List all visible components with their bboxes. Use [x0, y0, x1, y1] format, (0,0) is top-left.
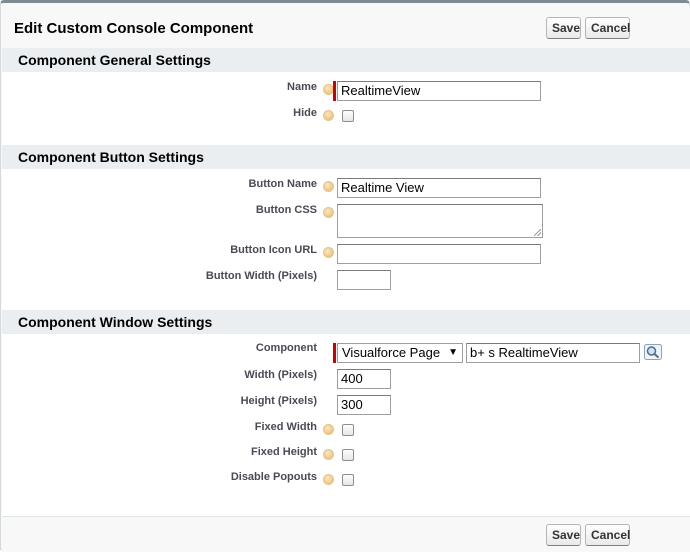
footer-cancel-button[interactable]: Cancel [585, 524, 630, 546]
button-css-label: Button CSS [255, 204, 317, 216]
resize-grip-icon[interactable] [534, 229, 541, 236]
help-icon[interactable] [323, 474, 334, 485]
window-height-label: Height (Pixels) [240, 395, 317, 407]
lookup-magnifier-icon[interactable] [644, 344, 662, 360]
button-name-input[interactable]: Realtime View [337, 178, 541, 198]
hide-checkbox[interactable] [342, 110, 354, 122]
component-label: Component [255, 342, 317, 354]
name-label: Name [287, 81, 317, 93]
section-general-settings: Component General Settings [2, 48, 690, 72]
button-width-label: Button Width (Pixels) [205, 270, 317, 282]
page-footer: Save Cancel [2, 516, 690, 552]
save-button[interactable]: Save [546, 17, 581, 39]
edit-component-panel: Edit Custom Console Component Save Cance… [0, 0, 690, 552]
window-width-input[interactable]: 400 [337, 369, 391, 389]
component-lookup-input[interactable]: b+ s RealtimeView [466, 343, 640, 363]
fixed-width-checkbox[interactable] [342, 424, 354, 436]
help-icon[interactable] [323, 181, 334, 192]
required-indicator [333, 343, 336, 363]
component-type-select[interactable]: Visualforce Page ▼ [337, 343, 463, 363]
cancel-button[interactable]: Cancel [585, 17, 630, 39]
fixed-width-label: Fixed Width [254, 421, 317, 433]
button-width-input[interactable] [337, 270, 391, 290]
footer-save-button[interactable]: Save [546, 524, 581, 546]
help-icon[interactable] [323, 449, 334, 460]
required-indicator [333, 81, 336, 101]
section-button-settings: Component Button Settings [2, 145, 690, 169]
window-width-label: Width (Pixels) [244, 369, 317, 381]
window-height-input[interactable]: 300 [337, 395, 391, 415]
disable-popouts-checkbox[interactable] [342, 474, 354, 486]
button-icon-url-label: Button Icon URL [230, 244, 317, 256]
help-icon[interactable] [323, 207, 334, 218]
button-css-textarea[interactable] [337, 204, 543, 238]
help-icon[interactable] [323, 110, 334, 121]
disable-popouts-label: Disable Popouts [230, 471, 317, 483]
hide-label: Hide [293, 107, 317, 119]
component-type-value: Visualforce Page [342, 345, 441, 360]
page-title: Edit Custom Console Component [14, 20, 254, 37]
fixed-height-label: Fixed Height [250, 446, 317, 458]
section-window-settings: Component Window Settings [2, 310, 690, 334]
name-input[interactable]: RealtimeView [337, 81, 541, 101]
help-icon[interactable] [323, 424, 334, 435]
help-icon[interactable] [323, 247, 334, 258]
button-icon-url-input[interactable] [337, 244, 541, 264]
chevron-down-icon: ▼ [448, 347, 458, 358]
page-header: Edit Custom Console Component Save Cance… [2, 6, 690, 49]
button-name-label: Button Name [248, 178, 317, 190]
fixed-height-checkbox[interactable] [342, 449, 354, 461]
